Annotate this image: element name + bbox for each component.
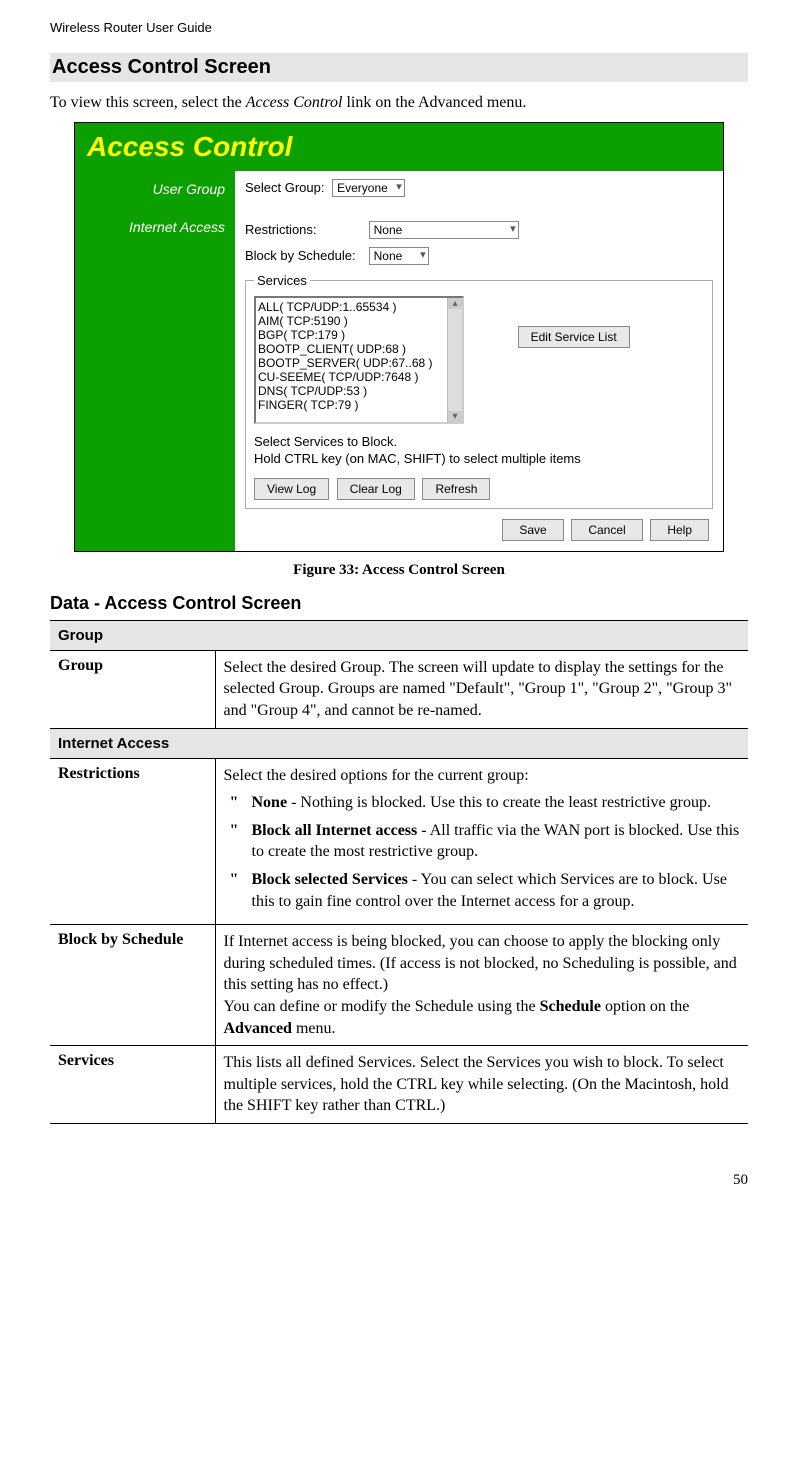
- row-content-services: This lists all defined Services. Select …: [215, 1046, 748, 1124]
- block-desc-bold1: Schedule: [540, 998, 601, 1015]
- table-section-group: Group: [50, 620, 748, 650]
- list-item[interactable]: FINGER( TCP:79 ): [258, 398, 460, 412]
- list-item: None - Nothing is blocked. Use this to c…: [224, 792, 741, 814]
- list-item[interactable]: ALL( TCP/UDP:1..65534 ): [258, 300, 460, 314]
- config-banner: Access Control: [75, 123, 723, 171]
- row-content-block-schedule: If Internet access is being blocked, you…: [215, 925, 748, 1046]
- block-desc-end: menu.: [292, 1020, 336, 1037]
- restrictions-label: Restrictions:: [245, 222, 365, 237]
- block-desc-bold2: Advanced: [224, 1020, 292, 1037]
- cancel-button[interactable]: Cancel: [571, 519, 642, 541]
- services-fieldset: Services ALL( TCP/UDP:1..65534 ) AIM( TC…: [245, 273, 713, 509]
- list-item[interactable]: AIM( TCP:5190 ): [258, 314, 460, 328]
- scrollbar[interactable]: [447, 298, 462, 422]
- services-hint-2: Hold CTRL key (on MAC, SHIFT) to select …: [254, 451, 704, 468]
- sidebar-item-internet-access[interactable]: Internet Access: [85, 219, 225, 235]
- row-label-restrictions: Restrictions: [50, 758, 215, 925]
- section-title: Access Control Screen: [50, 53, 748, 82]
- select-group-label: Select Group:: [245, 180, 325, 195]
- intro-link-text: Access Control: [246, 94, 343, 111]
- restrictions-intro: Select the desired options for the curre…: [224, 767, 529, 784]
- block-schedule-label: Block by Schedule:: [245, 248, 365, 263]
- row-content-group: Select the desired Group. The screen wil…: [215, 650, 748, 728]
- list-item[interactable]: BGP( TCP:179 ): [258, 328, 460, 342]
- row-content-restrictions: Select the desired options for the curre…: [215, 758, 748, 925]
- sidebar-item-user-group[interactable]: User Group: [85, 181, 225, 197]
- clear-log-button[interactable]: Clear Log: [337, 478, 415, 500]
- config-panel: Select Group: Everyone Restrictions: Non…: [235, 171, 723, 551]
- data-section-heading: Data - Access Control Screen: [50, 593, 748, 614]
- services-hint-1: Select Services to Block.: [254, 434, 704, 451]
- config-sidebar: User Group Internet Access: [75, 171, 235, 551]
- intro-post: link on the Advanced menu.: [342, 94, 526, 111]
- page-number: 50: [50, 1172, 748, 1189]
- select-group-dropdown[interactable]: Everyone: [332, 179, 405, 197]
- row-label-group: Group: [50, 650, 215, 728]
- block-schedule-dropdown[interactable]: None: [369, 247, 429, 265]
- block-desc-mid: option on the: [601, 998, 689, 1015]
- intro-paragraph: To view this screen, select the Access C…: [50, 94, 748, 112]
- services-legend: Services: [254, 273, 310, 288]
- list-item[interactable]: DNS( TCP/UDP:53 ): [258, 384, 460, 398]
- save-button[interactable]: Save: [502, 519, 563, 541]
- intro-pre: To view this screen, select the: [50, 94, 246, 111]
- list-item[interactable]: CU-SEEME( TCP/UDP:7648 ): [258, 370, 460, 384]
- row-label-services: Services: [50, 1046, 215, 1124]
- view-log-button[interactable]: View Log: [254, 478, 329, 500]
- data-table: Group Group Select the desired Group. Th…: [50, 620, 748, 1124]
- refresh-button[interactable]: Refresh: [422, 478, 490, 500]
- screenshot-container: Access Control User Group Internet Acces…: [74, 122, 724, 552]
- list-item[interactable]: BOOTP_CLIENT( UDP:68 ): [258, 342, 460, 356]
- list-item[interactable]: BOOTP_SERVER( UDP:67..68 ): [258, 356, 460, 370]
- table-section-internet-access: Internet Access: [50, 728, 748, 758]
- edit-service-list-button[interactable]: Edit Service List: [518, 326, 630, 348]
- list-item: Block selected Services - You can select…: [224, 869, 741, 912]
- row-label-block-schedule: Block by Schedule: [50, 925, 215, 1046]
- list-item: Block all Internet access - All traffic …: [224, 820, 741, 863]
- restrictions-dropdown[interactable]: None: [369, 221, 519, 239]
- doc-header: Wireless Router User Guide: [50, 20, 748, 35]
- figure-caption: Figure 33: Access Control Screen: [50, 562, 748, 579]
- services-listbox[interactable]: ALL( TCP/UDP:1..65534 ) AIM( TCP:5190 ) …: [254, 296, 464, 424]
- help-button[interactable]: Help: [650, 519, 709, 541]
